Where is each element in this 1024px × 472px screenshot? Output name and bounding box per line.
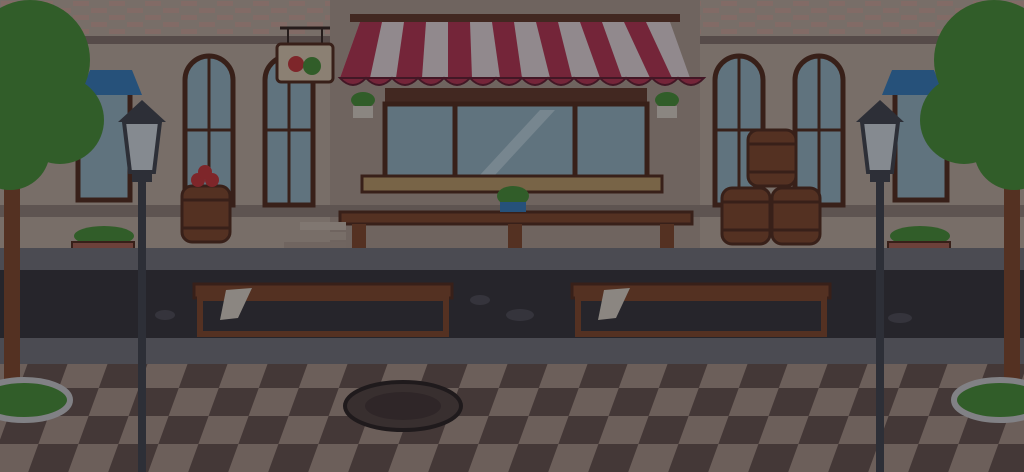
street [0,248,1024,364]
scene-canvas [0,0,1024,472]
game-scene [0,0,1024,472]
plaza-tiles [0,364,1024,472]
hanging-plant-left [351,92,375,118]
hanging-plant-right [655,92,679,118]
storefront-window [382,88,650,187]
manhole-cover[interactable] [343,380,463,432]
shop-awning [337,14,707,86]
